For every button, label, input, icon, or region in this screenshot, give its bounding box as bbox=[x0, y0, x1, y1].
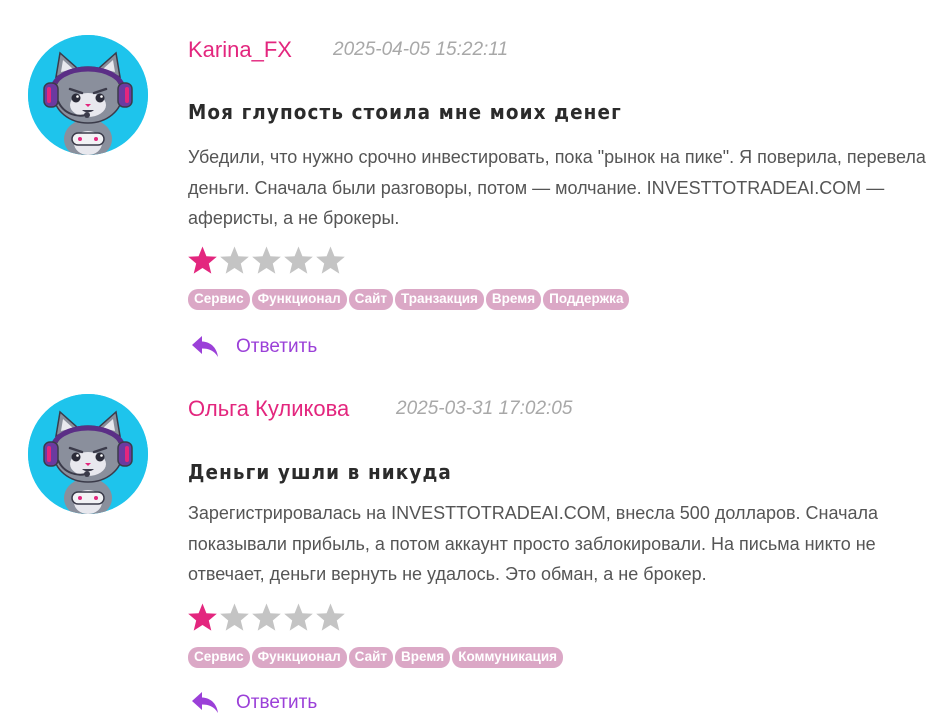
review-author[interactable]: Ольга Куликова bbox=[188, 396, 349, 422]
tag-badge: Транзакция bbox=[395, 289, 484, 310]
review-tags: Сервис Функционал Сайт Время Коммуникация bbox=[188, 647, 565, 668]
review-text: Убедили, что нужно срочно инвестировать,… bbox=[188, 147, 926, 228]
tag-badge: Функционал bbox=[251, 289, 347, 310]
tag-badge: Коммуникация bbox=[452, 647, 564, 668]
star-empty-icon bbox=[283, 602, 314, 633]
star-empty-icon bbox=[315, 602, 346, 633]
tag-badge: Поддержка bbox=[543, 289, 630, 310]
tag-badge: Время bbox=[485, 289, 542, 310]
reply-label: Ответить bbox=[236, 336, 318, 357]
rating-stars bbox=[187, 602, 347, 634]
reply-label: Ответить bbox=[236, 692, 318, 713]
tag-badge: Функционал bbox=[251, 647, 347, 668]
review-text: Зарегистрировалась на INVESTTOTRADEAI.CO… bbox=[188, 503, 879, 584]
review-title: Моя глупость стоила мне моих денег bbox=[188, 100, 622, 124]
tag-badge: Сайт bbox=[348, 289, 393, 310]
review-date: 2025-03-31 17:02:05 bbox=[396, 398, 573, 419]
review-author[interactable]: Karina_FX bbox=[188, 37, 292, 63]
review-tags: Сервис Функционал Сайт Транзакция Время Подде… bbox=[188, 289, 631, 310]
reply-button[interactable]: Ответить bbox=[190, 332, 317, 362]
tag-badge: Сервис bbox=[188, 647, 250, 668]
tag-badge: Время bbox=[395, 647, 451, 668]
star-empty-icon bbox=[283, 245, 314, 276]
reply-arrow-icon bbox=[190, 690, 220, 716]
cat-gamer-avatar-icon bbox=[28, 35, 148, 155]
reply-button[interactable]: Ответить bbox=[190, 688, 317, 718]
review-title: Деньги ушли в никуда bbox=[188, 460, 452, 484]
star-filled-icon bbox=[187, 245, 218, 276]
star-empty-icon bbox=[315, 245, 346, 276]
star-empty-icon bbox=[251, 245, 282, 276]
rating-stars bbox=[187, 245, 347, 277]
tag-badge: Сервис bbox=[188, 289, 250, 310]
star-empty-icon bbox=[219, 602, 250, 633]
star-empty-icon bbox=[219, 245, 250, 276]
reply-arrow-icon bbox=[190, 334, 220, 360]
star-filled-icon bbox=[187, 602, 218, 633]
review-date: 2025-04-05 15:22:11 bbox=[333, 39, 509, 60]
star-empty-icon bbox=[251, 602, 282, 633]
tag-badge: Сайт bbox=[348, 647, 393, 668]
cat-gamer-avatar-icon bbox=[28, 394, 148, 514]
